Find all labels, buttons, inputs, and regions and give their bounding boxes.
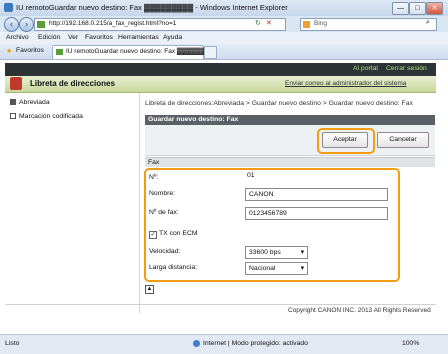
- copyright: Copyright CANON INC. 2013 All Rights Res…: [288, 307, 431, 314]
- search-box[interactable]: Bing ⌕: [300, 18, 437, 31]
- speed-label: Velocidad:: [149, 248, 181, 255]
- bullet-icon: [10, 99, 16, 106]
- stop-icon[interactable]: ✕: [266, 19, 272, 27]
- page-icon: [37, 21, 45, 28]
- long-distance-label: Larga distancia:: [149, 264, 197, 271]
- favorites-button[interactable]: Favoritos: [16, 47, 44, 54]
- status-text: Listo: [5, 340, 20, 347]
- address-book-icon: [10, 77, 22, 90]
- tab-icon: [56, 49, 63, 55]
- fax-number-field[interactable]: 0123456789: [245, 207, 388, 220]
- scroll-top-icon[interactable]: ▲: [145, 285, 154, 294]
- menu-bar: Archivo Edición Ver Favoritos Herramient…: [0, 32, 448, 44]
- breadcrumb: Libreta de direcciones:Abreviada > Guard…: [145, 100, 413, 107]
- ecm-checkbox[interactable]: ✓: [149, 231, 157, 239]
- name-field[interactable]: CANON: [245, 188, 388, 201]
- browser-tab[interactable]: IU remotoGuardar nuevo destino: Fax ▓▓▓▓…: [52, 45, 215, 59]
- refresh-icon[interactable]: ↻: [255, 19, 261, 27]
- button-area: Aceptar Cancelar: [145, 125, 435, 156]
- fax-label: Nº de fax:: [149, 209, 179, 216]
- sidebar-item-marcacion[interactable]: Marcación codificada: [10, 113, 83, 120]
- panel-title: Guardar nuevo destino: Fax: [145, 115, 435, 125]
- zone-status: Internet | Modo protegido: activado: [203, 340, 308, 347]
- forward-button[interactable]: ›: [19, 17, 34, 32]
- chevron-down-icon: ▾: [300, 265, 304, 272]
- menu-ver[interactable]: Ver: [68, 34, 78, 41]
- menu-favoritos[interactable]: Favoritos: [85, 34, 113, 41]
- status-bar: Listo Internet | Modo protegido: activad…: [0, 334, 448, 354]
- url-text: http://192.168.0.215/a_fax_regist.html?n…: [49, 20, 177, 27]
- minimize-button[interactable]: —: [392, 2, 409, 15]
- page-content: Al portal Cerrar sesión Libreta de direc…: [0, 60, 448, 333]
- close-button[interactable]: ✕: [426, 2, 443, 15]
- window-title: IU remotoGuardar nuevo destino: Fax ▓▓▓▓…: [16, 3, 288, 12]
- menu-ayuda[interactable]: Ayuda: [163, 34, 182, 41]
- bullet-icon: [10, 113, 16, 120]
- search-placeholder: Bing: [314, 20, 328, 27]
- url-field[interactable]: http://192.168.0.215/a_fax_regist.html?n…: [34, 18, 286, 31]
- number-label: Nº:: [149, 174, 159, 181]
- globe-icon: [193, 340, 200, 347]
- long-distance-value: Nacional: [249, 265, 276, 272]
- sidebar-item-abreviada[interactable]: Abreviada: [10, 99, 50, 106]
- logout-link[interactable]: Cerrar sesión: [386, 65, 427, 72]
- ie-icon: [4, 3, 13, 12]
- title-bar: IU remotoGuardar nuevo destino: Fax ▓▓▓▓…: [0, 0, 448, 17]
- zoom-level[interactable]: 100%: [402, 340, 419, 347]
- favorites-star-icon: ★: [6, 48, 13, 55]
- search-icon[interactable]: ⌕: [426, 19, 430, 27]
- speed-select[interactable]: 33600 bps ▾: [245, 246, 308, 259]
- admin-mail-link[interactable]: Enviar correo al administrador del siste…: [285, 80, 406, 87]
- speed-value: 33600 bps: [249, 249, 281, 256]
- section-title: Fax: [145, 157, 435, 167]
- maximize-button[interactable]: □: [409, 2, 426, 15]
- new-tab-button[interactable]: [204, 46, 217, 59]
- footer-divider: [5, 304, 436, 305]
- portal-link[interactable]: Al portal: [353, 65, 378, 72]
- address-bar: ‹ › http://192.168.0.215/a_fax_regist.ht…: [0, 16, 448, 32]
- tab-title: IU remotoGuardar nuevo destino: Fax ▓▓▓▓…: [66, 48, 215, 55]
- header-title: Libreta de direcciones: [30, 79, 115, 88]
- cancel-button[interactable]: Cancelar: [377, 132, 429, 148]
- back-button[interactable]: ‹: [4, 17, 19, 32]
- sidebar: Abreviada Marcación codificada: [5, 93, 140, 313]
- accept-button[interactable]: Aceptar: [322, 132, 368, 148]
- favorites-bar: ★ Favoritos IU remotoGuardar nuevo desti…: [0, 44, 448, 60]
- menu-archivo[interactable]: Archivo: [6, 34, 29, 41]
- name-label: Nombre:: [149, 190, 176, 197]
- chevron-down-icon: ▾: [300, 249, 304, 256]
- number-value: 01: [247, 172, 255, 179]
- top-dark-bar: Al portal Cerrar sesión: [5, 63, 436, 76]
- bing-icon: [303, 21, 310, 28]
- menu-herramientas[interactable]: Herramientas: [118, 34, 159, 41]
- fax-form: Nº: 01 Nombre: CANON Nº de fax: 01234567…: [145, 170, 395, 278]
- ecm-label: TX con ECM: [159, 230, 198, 237]
- menu-edicion[interactable]: Edición: [38, 34, 60, 41]
- long-distance-select[interactable]: Nacional ▾: [245, 262, 308, 275]
- header-bar: Libreta de direcciones Enviar correo al …: [5, 76, 436, 93]
